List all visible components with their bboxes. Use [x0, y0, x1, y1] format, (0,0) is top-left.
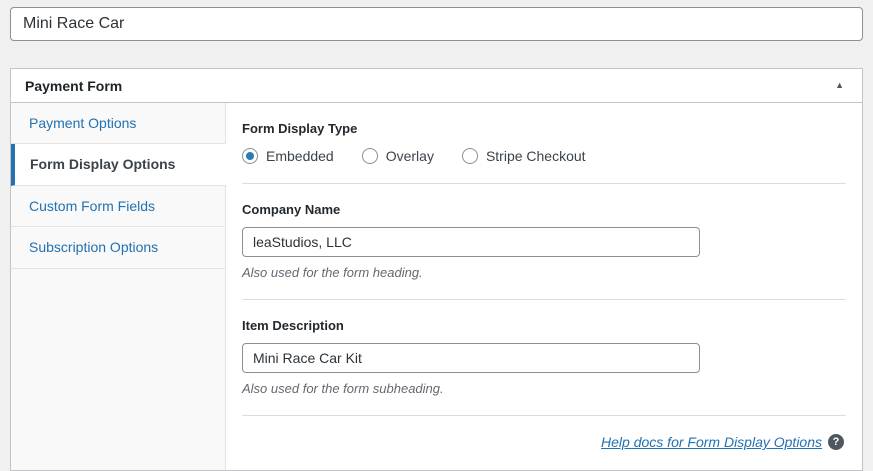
radio-icon-overlay[interactable]: [361, 148, 378, 164]
tab-payment-options[interactable]: Payment Options: [11, 103, 225, 145]
question-mark-icon[interactable]: ?: [828, 434, 844, 450]
post-title-input[interactable]: [10, 7, 863, 41]
tab-subscription-options[interactable]: Subscription Options: [11, 227, 225, 269]
radio-option-overlay[interactable]: Overlay: [361, 148, 434, 164]
form-display-type-section: Form Display Type Embedded Overlay Strip…: [242, 121, 846, 164]
section-divider: [242, 415, 846, 416]
tab-custom-form-fields[interactable]: Custom Form Fields: [11, 186, 225, 228]
collapse-toggle-icon[interactable]: ▲: [831, 77, 848, 94]
company-name-input[interactable]: [242, 227, 700, 257]
radio-label-overlay: Overlay: [385, 148, 434, 164]
metabox-body: Payment Options Form Display Options Cus…: [11, 103, 862, 470]
tab-form-display-options[interactable]: Form Display Options: [11, 144, 226, 186]
form-display-type-label: Form Display Type: [242, 121, 358, 136]
radio-label-embedded: Embedded: [266, 148, 334, 164]
company-name-helper-text: Also used for the form heading.: [242, 265, 423, 280]
page: Payment Form ▲ Payment Options Form Disp…: [0, 0, 873, 471]
company-name-section: Company Name Also used for the form head…: [242, 202, 846, 280]
radio-option-stripe-checkout[interactable]: Stripe Checkout: [461, 148, 586, 164]
section-divider: [242, 183, 846, 184]
company-name-label: Company Name: [242, 202, 341, 217]
item-description-helper-text: Also used for the form subheading.: [242, 381, 444, 396]
form-display-options-panel: Form Display Type Embedded Overlay Strip…: [226, 103, 862, 470]
radio-option-embedded[interactable]: Embedded: [242, 148, 334, 164]
radio-icon-stripe-checkout[interactable]: [461, 148, 478, 164]
payment-form-metabox: Payment Form ▲ Payment Options Form Disp…: [10, 68, 863, 471]
help-docs-row: Help docs for Form Display Options ?: [242, 434, 844, 450]
radio-label-stripe-checkout: Stripe Checkout: [485, 148, 586, 164]
metabox-header[interactable]: Payment Form ▲: [11, 69, 862, 103]
item-description-section: Item Description Also used for the form …: [242, 318, 846, 396]
section-divider: [242, 299, 846, 300]
item-description-input[interactable]: [242, 343, 700, 373]
form-display-type-radio-group: Embedded Overlay Stripe Checkout: [242, 148, 846, 164]
help-docs-link[interactable]: Help docs for Form Display Options: [601, 434, 822, 450]
metabox-title: Payment Form: [25, 77, 123, 94]
radio-icon-embedded[interactable]: [242, 148, 258, 164]
settings-tab-list: Payment Options Form Display Options Cus…: [11, 103, 226, 470]
item-description-label: Item Description: [242, 318, 344, 333]
